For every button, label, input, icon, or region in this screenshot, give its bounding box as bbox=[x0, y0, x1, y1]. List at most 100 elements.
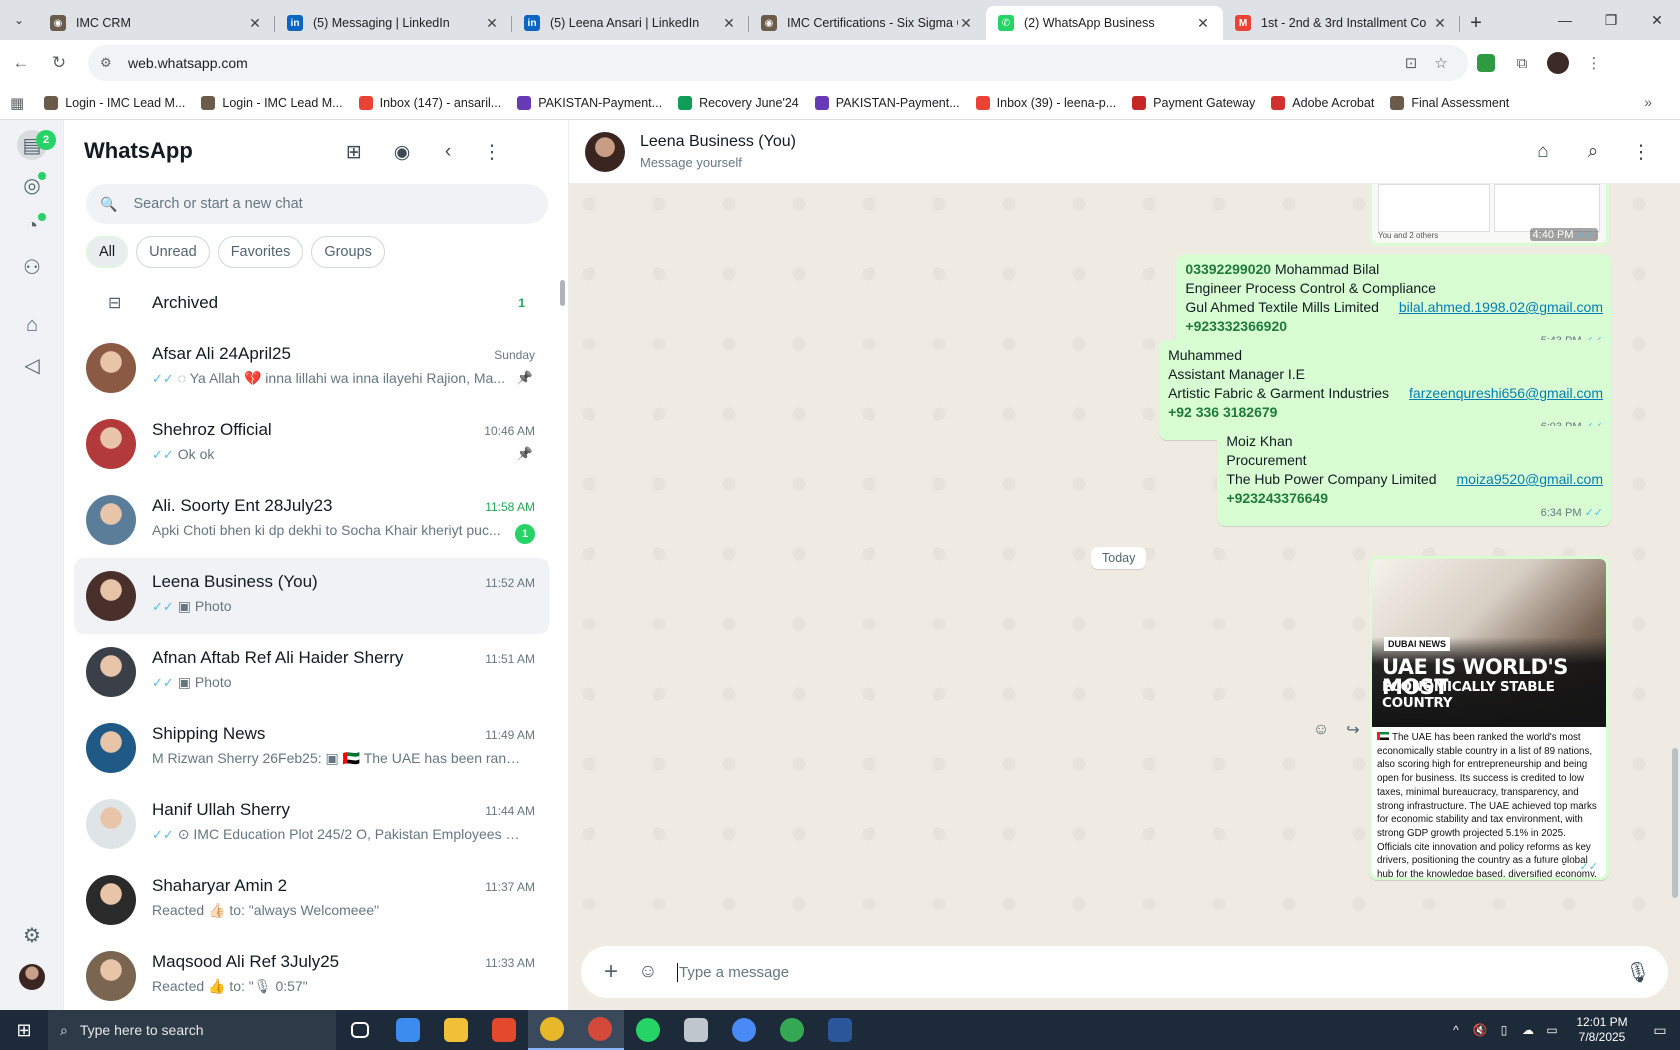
filter-chip-groups[interactable]: Groups bbox=[311, 236, 385, 268]
certificate-image[interactable]: You and 2 others 4:40 PM ✓✓ bbox=[1372, 184, 1606, 243]
bookmark-item[interactable]: Adobe Acrobat bbox=[1271, 95, 1374, 110]
shop-icon[interactable]: ⌂ bbox=[1529, 138, 1557, 166]
conversation-scrollbar[interactable] bbox=[1672, 748, 1678, 898]
browser-tab[interactable]: ✆ (2) WhatsApp Business ✕ bbox=[986, 6, 1223, 40]
contact-avatar[interactable] bbox=[585, 132, 625, 172]
sidebar-menu-icon[interactable]: ⋮ bbox=[478, 138, 506, 166]
message-bubble[interactable]: Muhammed Assistant Manager I.E Artistic Fa… bbox=[1159, 340, 1611, 440]
filter-chip-all[interactable]: All bbox=[86, 236, 129, 268]
chat-list-item[interactable]: Shehroz Official 10:46 AM ✓✓ Ok ok 📌 bbox=[74, 406, 549, 482]
catalog-icon[interactable]: ⌂ bbox=[17, 310, 47, 340]
close-tab-icon[interactable]: ✕ bbox=[721, 15, 737, 32]
taskbar-chrome-icon[interactable] bbox=[528, 1010, 576, 1050]
close-tab-icon[interactable]: ✕ bbox=[1195, 15, 1211, 32]
taskbar-search[interactable]: ⌕ Type here to search bbox=[48, 1010, 336, 1050]
chat-list-item[interactable]: Maqsood Ali Ref 3July25 11:33 AM Reacted 👍… bbox=[74, 938, 549, 1010]
bookmark-item[interactable]: Inbox (147) - ansaril... bbox=[358, 95, 501, 110]
microphone-icon[interactable]: 🎙 bbox=[1618, 960, 1658, 985]
bookmark-item[interactable]: Recovery June'24 bbox=[678, 95, 799, 110]
taskbar-file-explorer-icon[interactable] bbox=[432, 1010, 480, 1050]
new-tab-button[interactable]: + bbox=[1460, 6, 1492, 40]
filter-chip-unread[interactable]: Unread bbox=[136, 236, 210, 268]
chat-avatar[interactable] bbox=[86, 571, 136, 621]
chat-avatar[interactable] bbox=[86, 647, 136, 697]
tray-chevron-up-icon[interactable]: ^ bbox=[1444, 1023, 1468, 1037]
reload-icon[interactable]: ↻ bbox=[42, 46, 76, 80]
chat-list-item[interactable]: Leena Business (You) 11:52 AM ✓✓ ▣ Photo bbox=[74, 558, 549, 634]
new-chat-icon[interactable]: ⊞ bbox=[340, 138, 368, 166]
message-bubble[interactable]: 03392299020 Mohammad Bilal Engineer Proce… bbox=[1176, 254, 1611, 354]
close-tab-icon[interactable]: ✕ bbox=[247, 15, 263, 32]
taskbar-app-gray-icon[interactable] bbox=[672, 1010, 720, 1050]
bookmark-item[interactable]: Inbox (39) - leena-p... bbox=[975, 95, 1116, 110]
browser-tab[interactable]: ◉ IMC CRM ✕ bbox=[38, 6, 275, 40]
chat-avatar[interactable] bbox=[86, 799, 136, 849]
close-tab-icon[interactable]: ✕ bbox=[484, 15, 500, 32]
taskbar-copilot-icon[interactable] bbox=[384, 1010, 432, 1050]
apps-grid-icon[interactable]: ▦ bbox=[10, 94, 24, 112]
image-message[interactable]: You and 2 others 4:40 PM ✓✓ bbox=[1369, 184, 1609, 246]
browser-tab[interactable]: in (5) Messaging | LinkedIn ✕ bbox=[275, 6, 512, 40]
chat-avatar[interactable] bbox=[86, 951, 136, 1001]
taskbar-whatsapp-icon[interactable] bbox=[624, 1010, 672, 1050]
search-icon[interactable]: ⌕ bbox=[1579, 138, 1607, 166]
install-app-icon[interactable]: ⊡ bbox=[1396, 54, 1426, 72]
browser-tab[interactable]: M 1st - 2nd & 3rd Installment Co ✕ bbox=[1223, 6, 1460, 40]
news-image[interactable]: DUBAI NEWS UAE IS WORLD'S MOST ECONOMICA… bbox=[1372, 559, 1606, 877]
tray-device-icon[interactable]: ▯ bbox=[1492, 1023, 1516, 1037]
chat-avatar[interactable] bbox=[86, 343, 136, 393]
tab-search-button[interactable]: ⌄ bbox=[0, 0, 38, 40]
url-text[interactable]: web.whatsapp.com bbox=[128, 55, 1396, 71]
message-list[interactable]: You and 2 others 4:40 PM ✓✓ Today ☺ ↪ DU… bbox=[569, 184, 1680, 934]
browser-tab[interactable]: ◉ IMC Certifications - Six Sigma C ✕ bbox=[749, 6, 986, 40]
weather-icon[interactable]: ☁ bbox=[1516, 1023, 1540, 1037]
taskbar-word-icon[interactable] bbox=[816, 1010, 864, 1050]
close-tab-icon[interactable]: ✕ bbox=[958, 15, 974, 32]
taskbar-chrome-2-icon[interactable] bbox=[576, 1010, 624, 1050]
message-bubble[interactable]: Moiz Khan Procurement The Hub Power Compan… bbox=[1217, 426, 1611, 526]
extension-green-icon[interactable] bbox=[1468, 54, 1504, 72]
volume-muted-icon[interactable]: 🔇 bbox=[1468, 1023, 1492, 1037]
omnibox[interactable]: ⚙ web.whatsapp.com ⊡ ☆ bbox=[88, 45, 1468, 81]
chat-list-item[interactable]: Shaharyar Amin 2 11:37 AM Reacted 👍🏻 to: "… bbox=[74, 862, 549, 938]
conversation-menu-icon[interactable]: ⋮ bbox=[1627, 138, 1655, 166]
chat-list-item[interactable]: Shipping News 11:49 AM M Rizwan Sherry 26F… bbox=[74, 710, 549, 786]
bookmark-item[interactable]: PAKISTAN-Payment... bbox=[814, 95, 960, 110]
filter-chip-favorites[interactable]: Favorites bbox=[217, 236, 304, 268]
bookmark-item[interactable]: PAKISTAN-Payment... bbox=[517, 95, 662, 110]
minimize-button[interactable]: — bbox=[1542, 0, 1588, 40]
forward-icon[interactable]: ↪ bbox=[1339, 716, 1367, 744]
phone-number[interactable]: 03392299020 bbox=[1185, 261, 1271, 277]
profile-avatar[interactable] bbox=[19, 964, 45, 990]
windows-start-icon[interactable]: ⊞ bbox=[0, 1010, 48, 1050]
hide-eye-icon[interactable]: ◉ bbox=[388, 138, 416, 166]
browser-menu-icon[interactable]: ⋮ bbox=[1576, 54, 1612, 72]
chat-avatar[interactable] bbox=[86, 875, 136, 925]
bookmark-item[interactable]: Login - IMC Lead M... bbox=[44, 95, 185, 110]
email-link[interactable]: moiza9520@gmail.com bbox=[1457, 470, 1604, 489]
communities-icon[interactable]: ⚇ bbox=[17, 252, 47, 282]
bookmark-item[interactable]: Final Assessment bbox=[1390, 95, 1509, 110]
taskbar-chrome-4-icon[interactable] bbox=[768, 1010, 816, 1050]
chat-avatar[interactable] bbox=[86, 723, 136, 773]
chat-avatar[interactable] bbox=[86, 495, 136, 545]
close-tab-icon[interactable]: ✕ bbox=[1432, 15, 1448, 32]
bookmark-item[interactable]: Payment Gateway bbox=[1132, 95, 1255, 110]
back-icon[interactable]: ← bbox=[4, 46, 38, 80]
taskbar-task-view-icon[interactable] bbox=[336, 1010, 384, 1050]
extensions-puzzle-icon[interactable]: ⧉ bbox=[1504, 55, 1540, 72]
settings-icon[interactable]: ⚙ bbox=[17, 920, 47, 950]
message-input[interactable]: Type a message bbox=[677, 962, 1618, 982]
tray-app-icon[interactable]: ▭ bbox=[1540, 1023, 1564, 1037]
chat-list-item[interactable]: Hanif Ullah Sherry 11:44 AM ✓✓ ⊙ IMC Educat… bbox=[74, 786, 549, 862]
bookmark-star-icon[interactable]: ☆ bbox=[1426, 54, 1456, 72]
browser-tab[interactable]: in (5) Leena Ansari | LinkedIn ✕ bbox=[512, 6, 749, 40]
close-window-button[interactable]: ✕ bbox=[1634, 0, 1680, 40]
broadcast-icon[interactable]: ◁ bbox=[17, 350, 47, 380]
taskbar-chrome-3-icon[interactable] bbox=[720, 1010, 768, 1050]
bookmarks-overflow-icon[interactable]: » bbox=[1644, 94, 1652, 110]
site-info-icon[interactable]: ⚙ bbox=[100, 55, 116, 71]
clock[interactable]: 12:01 PM 7/8/2025 bbox=[1564, 1015, 1640, 1045]
taskbar-app-red-icon[interactable] bbox=[480, 1010, 528, 1050]
email-link[interactable]: bilal.ahmed.1998.02@gmail.com bbox=[1399, 298, 1603, 317]
